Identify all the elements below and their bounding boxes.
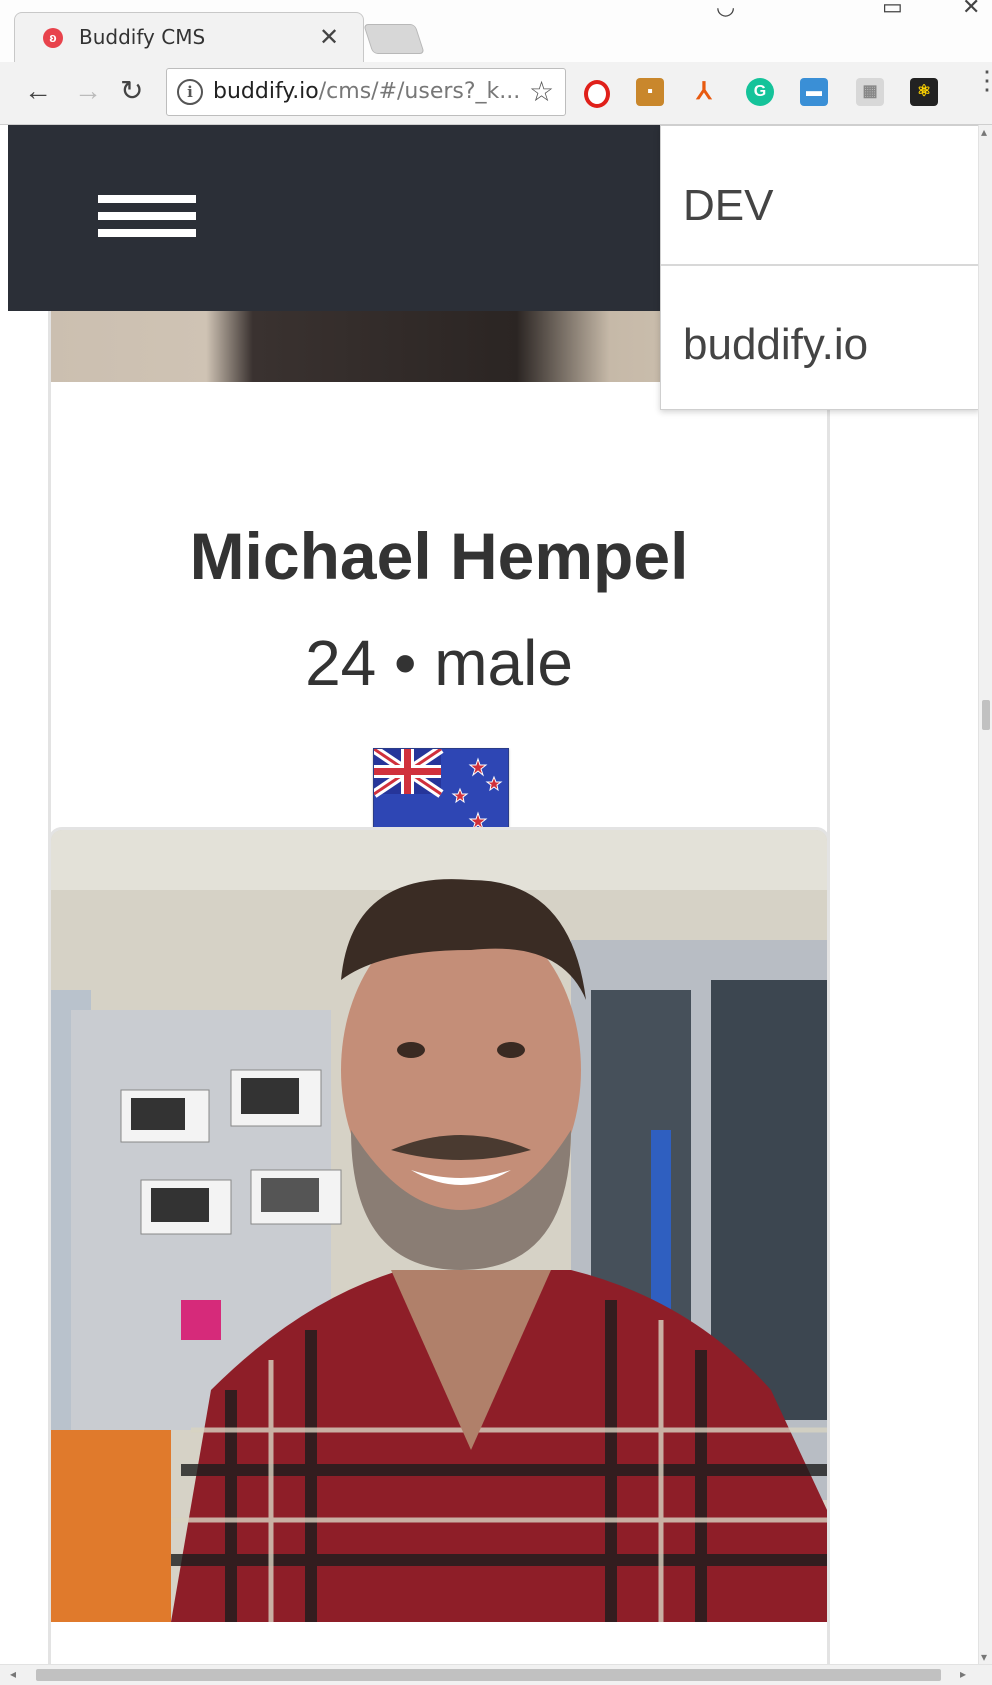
grid-extension-icon[interactable]: ▦ — [856, 78, 884, 106]
scroll-up-icon[interactable]: ▴ — [981, 125, 987, 139]
horizontal-scrollbar-thumb[interactable] — [36, 1669, 941, 1681]
user-card[interactable] — [48, 827, 830, 1664]
react-devtools-icon[interactable]: ⚛ — [910, 78, 938, 106]
browser-menu-icon[interactable]: ⋮ — [974, 67, 992, 93]
user-photo — [51, 830, 827, 1622]
scroll-right-icon[interactable]: ▸ — [960, 1667, 966, 1681]
extension-icon[interactable]: ▪ — [636, 78, 664, 106]
vertical-scrollbar-thumb[interactable] — [982, 700, 990, 730]
spinner-icon: ◡ — [716, 0, 736, 19]
window-extension-icon[interactable]: ▬ — [800, 78, 828, 106]
close-tab-icon[interactable]: ✕ — [319, 23, 339, 52]
maximize-icon[interactable]: ▭ — [882, 0, 903, 20]
horizontal-scrollbar[interactable]: ◂ ▸ — [0, 1664, 992, 1685]
browser-tab[interactable]: ʚ Buddify CMS ✕ — [14, 12, 364, 63]
bookmark-star-icon[interactable]: ☆ — [529, 75, 554, 108]
info-icon[interactable]: i — [177, 79, 203, 105]
new-tab-button[interactable] — [363, 24, 425, 54]
scroll-down-icon[interactable]: ▾ — [981, 1650, 987, 1664]
url-text: buddify.io/cms/#/users?_k... — [213, 79, 521, 104]
scroll-left-icon[interactable]: ◂ — [10, 1667, 16, 1681]
grammarly-icon[interactable]: G — [746, 78, 774, 106]
reload-icon[interactable]: ↻ — [120, 76, 143, 106]
address-bar[interactable]: i buddify.io/cms/#/users?_k... ☆ — [166, 68, 566, 116]
browser-toolbar: ← → ↻ i buddify.io/cms/#/users?_k... ☆ ▪… — [0, 62, 992, 125]
dropdown-item-buddify[interactable]: buddify.io — [661, 268, 978, 408]
vertical-scrollbar[interactable]: ▴ ▾ — [978, 125, 992, 1664]
hamburger-menu-icon[interactable] — [98, 195, 196, 241]
buddify-logo-icon: ʚ — [43, 28, 63, 48]
arrow-extension-icon[interactable]: ⅄ — [690, 78, 718, 106]
opera-icon[interactable] — [584, 80, 610, 108]
tab-title: Buddify CMS — [79, 25, 206, 49]
back-icon[interactable]: ← — [24, 76, 52, 106]
dropdown-item-dev[interactable]: DEV — [661, 126, 978, 266]
user-name: Michael Hempel — [189, 519, 689, 593]
browser-titlebar: ʚ Buddify CMS ✕ ◡ ▭ ✕ — [0, 0, 992, 63]
page-viewport: Michael Hempel 24 • male DEV buddify.io — [0, 125, 978, 1664]
user-age-gender: 24 • male — [305, 627, 573, 699]
environment-dropdown: DEV buddify.io — [660, 125, 978, 410]
forward-icon[interactable]: → — [74, 76, 102, 106]
close-window-icon[interactable]: ✕ — [962, 0, 980, 20]
